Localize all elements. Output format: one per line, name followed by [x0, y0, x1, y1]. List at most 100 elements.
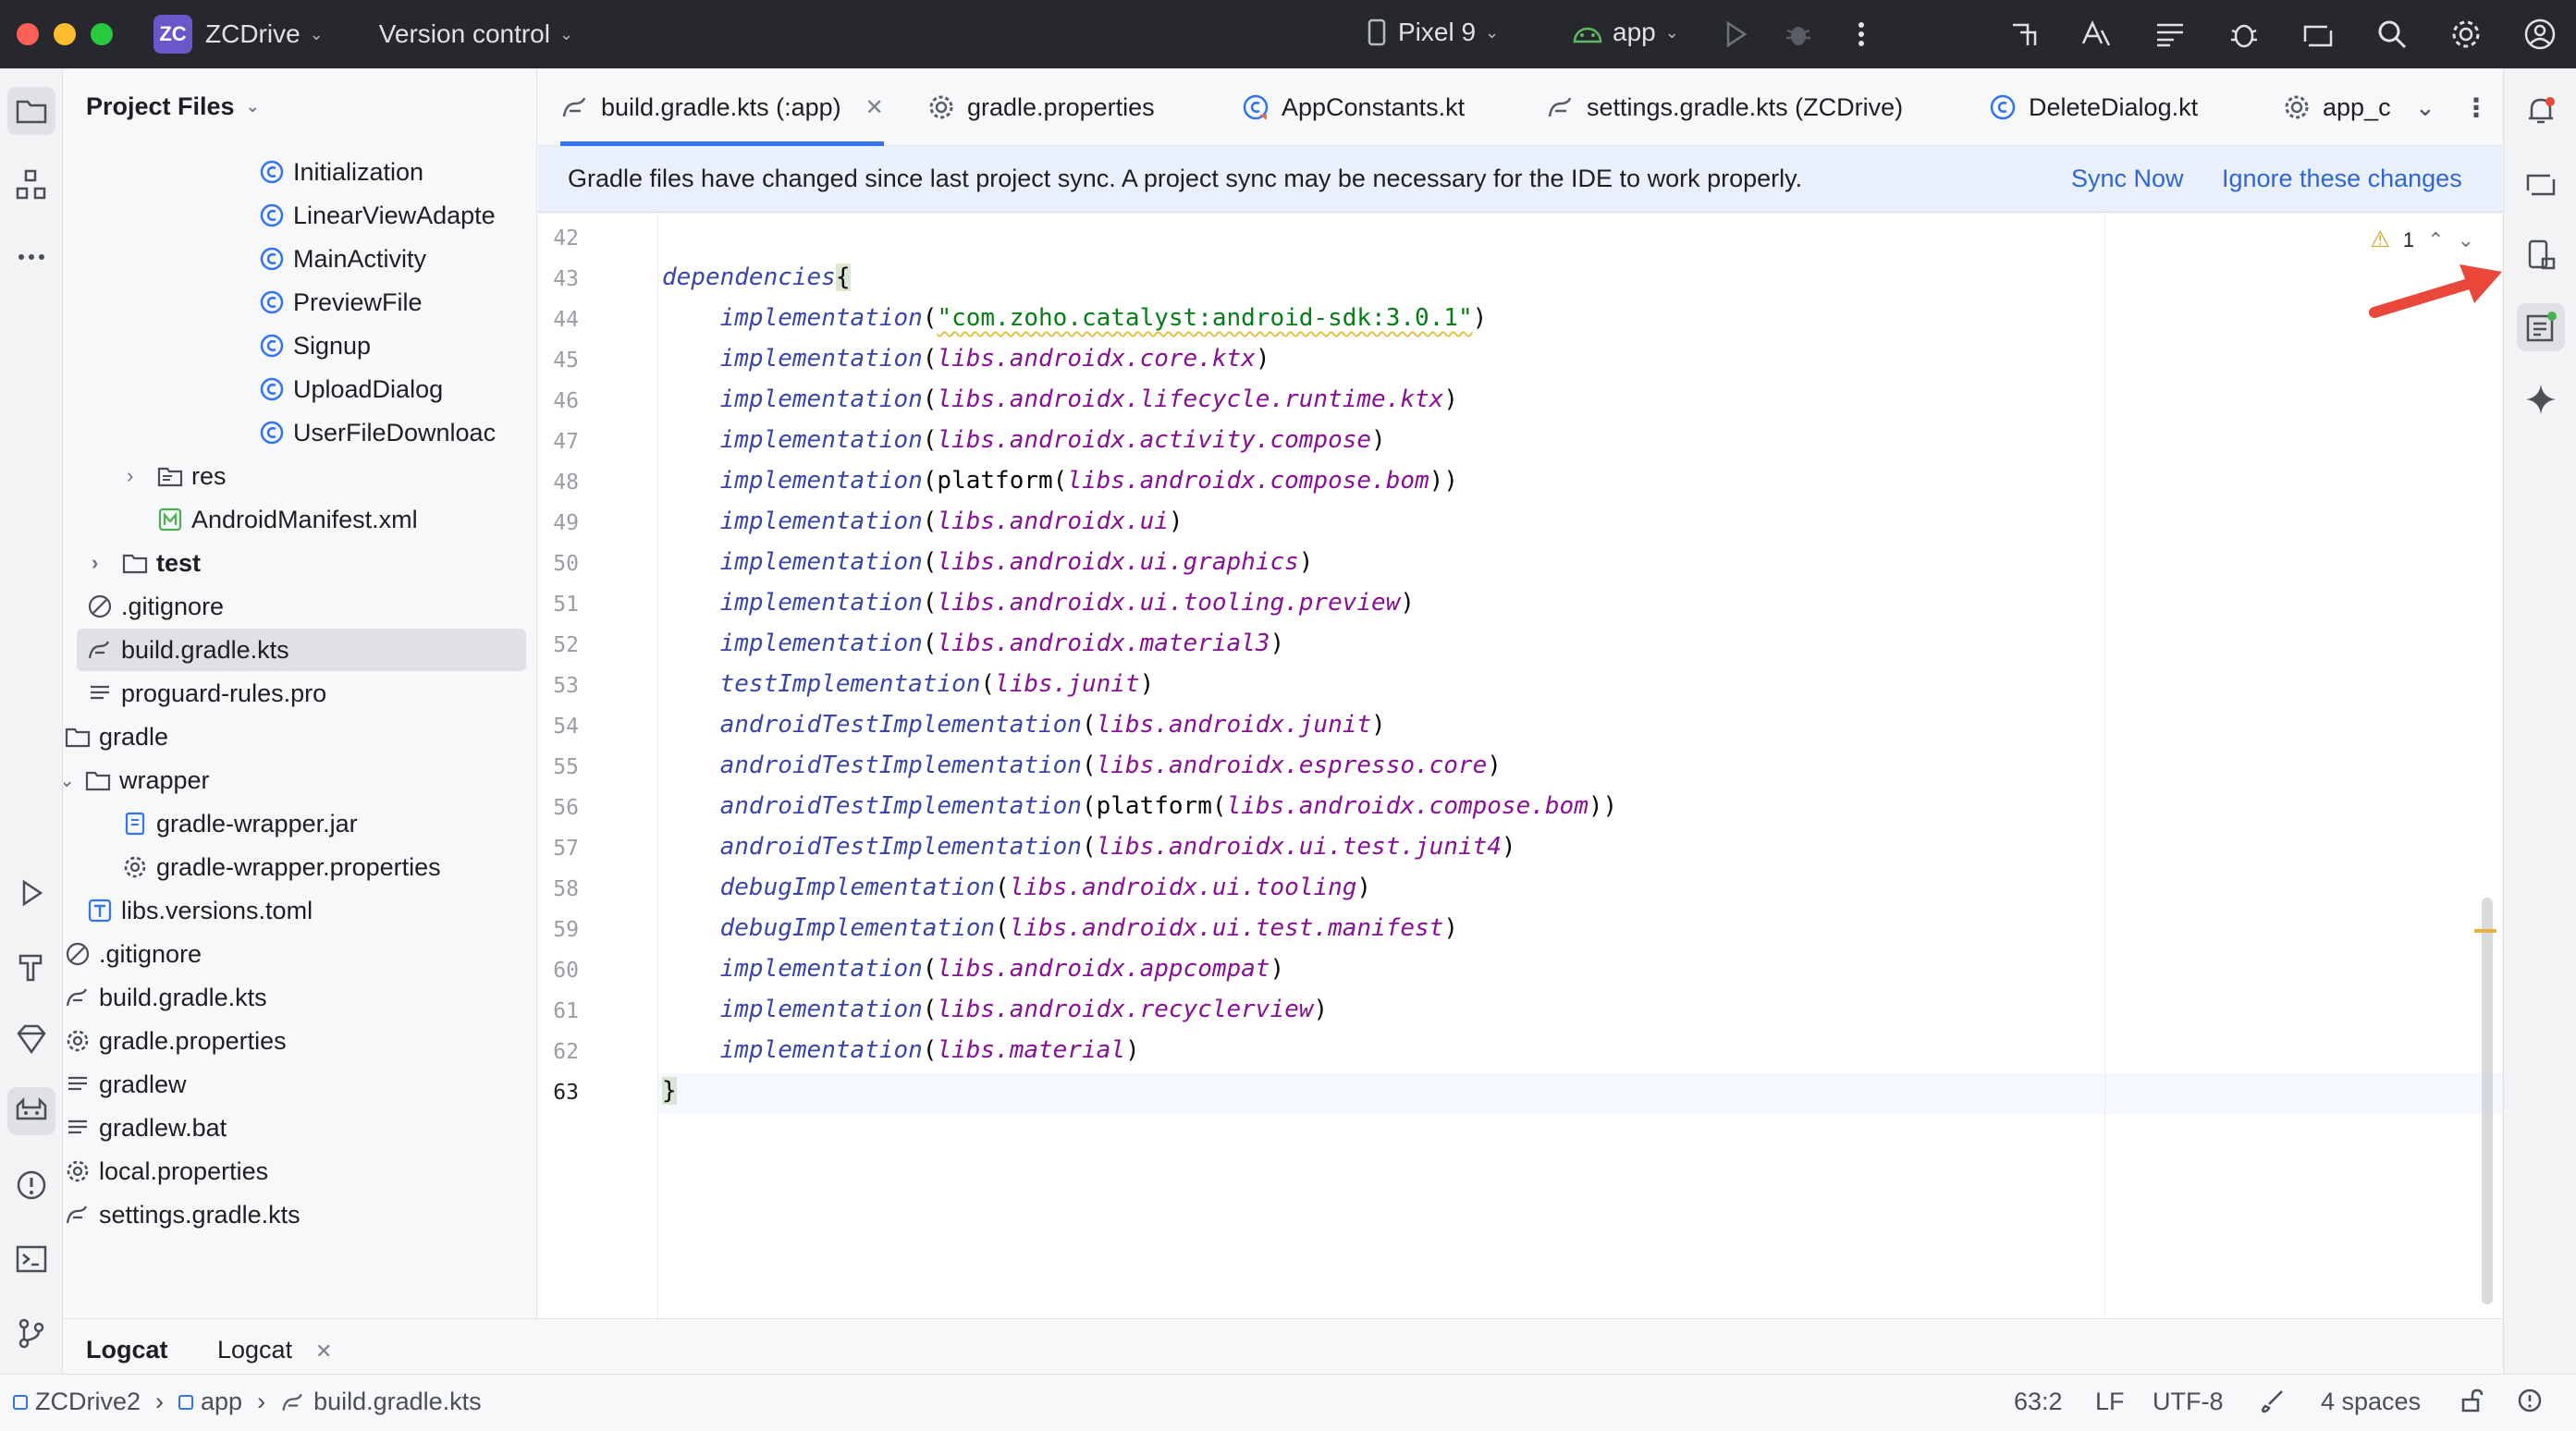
minimize-window-button[interactable] [54, 23, 76, 45]
tab-deletedialog[interactable]: DeleteDialog.kt [1988, 68, 2198, 146]
caret-position[interactable]: 63:2 [2014, 1388, 2063, 1416]
code-line[interactable]: implementation(libs.androidx.ui) [662, 508, 1184, 535]
line-number[interactable]: 63 [538, 1081, 579, 1105]
code-line[interactable]: implementation(libs.androidx.ui.tooling.… [662, 589, 1415, 617]
tab-gradle-properties[interactable]: gradle.properties [926, 68, 1155, 146]
debug-button[interactable] [1779, 15, 1818, 54]
code-line[interactable]: implementation(libs.androidx.core.ktx) [662, 345, 1270, 373]
device-explorer-tool-button[interactable] [2517, 231, 2565, 279]
code-line[interactable]: androidTestImplementation(libs.androidx.… [662, 752, 1502, 779]
tree-item[interactable]: Initialization [258, 151, 423, 193]
gradle-sync-button[interactable] [2005, 15, 2043, 54]
chevron-down-icon[interactable]: ⌄ [2458, 228, 2474, 252]
tab-logcat-main[interactable]: Logcat [86, 1336, 168, 1364]
code-line[interactable]: implementation(libs.androidx.appcompat) [662, 955, 1285, 983]
readonly-toggle[interactable] [2459, 1388, 2485, 1413]
line-number[interactable]: 58 [538, 877, 579, 901]
line-number[interactable]: 61 [538, 999, 579, 1023]
line-separator[interactable]: LF [2095, 1388, 2125, 1416]
tree-item[interactable]: LinearViewAdapte [258, 194, 496, 237]
tree-item[interactable]: › res [127, 455, 227, 497]
inspection-widget[interactable]: ⚠ 1 ⌃ ⌄ [2370, 226, 2474, 253]
project-view-selector[interactable]: Project Files ⌄ [86, 92, 260, 121]
code-style-button[interactable] [2260, 1388, 2286, 1413]
more-actions-button[interactable] [1842, 15, 1881, 54]
logcat-tool-button[interactable] [7, 1087, 55, 1135]
chevron-right-icon[interactable]: › [127, 464, 133, 488]
code-line[interactable]: implementation(libs.androidx.material3) [662, 630, 1285, 657]
line-number[interactable]: 62 [538, 1040, 579, 1064]
terminal-tool-button[interactable] [7, 1235, 55, 1283]
close-icon[interactable]: ✕ [865, 94, 884, 121]
tab-settings-gradle[interactable]: settings.gradle.kts (ZCDrive) [1546, 68, 1903, 146]
tree-item[interactable]: .gitignore [86, 585, 224, 628]
warning-stripe-marker[interactable] [2474, 929, 2496, 933]
zoom-window-button[interactable] [91, 23, 113, 45]
layout-inspector-button[interactable] [2151, 15, 2190, 54]
code-line[interactable]: androidTestImplementation(libs.androidx.… [662, 833, 1516, 861]
tree-item[interactable]: › test [92, 542, 201, 584]
code-line[interactable]: implementation(libs.androidx.activity.co… [662, 426, 1386, 454]
tree-item[interactable]: settings.gradle.kts [64, 1193, 301, 1236]
tree-item[interactable]: build.gradle.kts [64, 976, 267, 1019]
tab-list-dropdown[interactable]: ⌄ [2415, 68, 2435, 146]
tree-item[interactable]: local.properties [64, 1150, 268, 1192]
tree-item[interactable]: gradlew.bat [64, 1107, 227, 1149]
tree-item[interactable]: libs.versions.toml [86, 889, 313, 932]
sync-now-link[interactable]: Sync Now [2071, 165, 2184, 193]
tree-item[interactable]: gradle.properties [64, 1020, 287, 1062]
line-number[interactable]: 53 [538, 674, 579, 698]
line-number[interactable]: 60 [538, 959, 579, 983]
code-line[interactable]: implementation(libs.androidx.ui.graphics… [662, 548, 1314, 576]
tree-item[interactable]: .gitignore [64, 933, 202, 975]
account-button[interactable] [2521, 15, 2559, 54]
gemini-tool-button[interactable] [7, 1015, 55, 1063]
translations-button[interactable] [2077, 15, 2116, 54]
tree-item[interactable]: Signup [258, 324, 371, 367]
tab-more-button[interactable]: ⋮ [2463, 68, 2489, 146]
tab-build-gradle-app[interactable]: build.gradle.kts (:app) ✕ [560, 68, 884, 146]
tree-item[interactable]: UploadDialog [258, 368, 443, 410]
tree-item[interactable]: PreviewFile [258, 281, 423, 324]
running-devices-tool-button[interactable] [2517, 303, 2565, 351]
event-log-button[interactable] [2517, 1388, 2543, 1413]
line-number[interactable]: 59 [538, 918, 579, 942]
code-line[interactable]: androidTestImplementation(platform(libs.… [662, 792, 1618, 820]
ignore-changes-link[interactable]: Ignore these changes [2222, 165, 2462, 193]
search-everywhere-button[interactable] [2373, 15, 2411, 54]
line-number[interactable]: 54 [538, 715, 579, 739]
line-number[interactable]: 43 [538, 267, 579, 291]
line-number[interactable]: 51 [538, 593, 579, 617]
tree-item[interactable]: AndroidManifest.xml [156, 498, 418, 541]
tree-item[interactable]: proguard-rules.pro [86, 672, 326, 715]
breadcrumb-file[interactable]: build.gradle.kts [313, 1388, 482, 1416]
tree-item[interactable]: build.gradle.kts [77, 629, 526, 671]
run-tool-button[interactable] [7, 869, 55, 917]
tree-item[interactable]: UserFileDownloac [258, 411, 496, 454]
close-icon[interactable]: ✕ [315, 1339, 332, 1364]
device-selector[interactable]: Pixel 9 ⌄ [1365, 18, 1499, 47]
code-line[interactable]: dependencies{ [662, 263, 851, 291]
line-number[interactable]: 52 [538, 633, 579, 657]
tree-item[interactable]: MainActivity [258, 238, 426, 280]
project-switcher[interactable]: ZCDrive ⌄ [205, 19, 324, 49]
run-config-selector[interactable]: app ⌄ [1572, 18, 1679, 47]
device-mirroring-tool-button[interactable] [2517, 159, 2565, 207]
code-line[interactable]: implementation(platform(libs.androidx.co… [662, 467, 1458, 495]
chevron-right-icon[interactable]: › [92, 551, 98, 575]
breadcrumb-module[interactable]: app [201, 1388, 242, 1416]
line-number[interactable]: 55 [538, 755, 579, 779]
code-line[interactable]: androidTestImplementation(libs.androidx.… [662, 711, 1386, 739]
line-number[interactable]: 50 [538, 552, 579, 576]
code-line[interactable]: implementation(libs.material) [662, 1036, 1140, 1064]
line-number[interactable]: 49 [538, 511, 579, 535]
git-tool-button[interactable] [7, 1309, 55, 1357]
line-number[interactable]: 44 [538, 308, 579, 332]
close-window-button[interactable] [17, 23, 39, 45]
line-number[interactable]: 47 [538, 430, 579, 454]
version-control-menu[interactable]: Version control ⌄ [379, 19, 573, 49]
structure-tool-button[interactable] [7, 161, 55, 209]
tab-logcat-secondary[interactable]: Logcat [217, 1336, 292, 1364]
code-line[interactable]: implementation(libs.androidx.lifecycle.r… [662, 385, 1458, 413]
vertical-scrollbar[interactable] [2482, 898, 2493, 1304]
